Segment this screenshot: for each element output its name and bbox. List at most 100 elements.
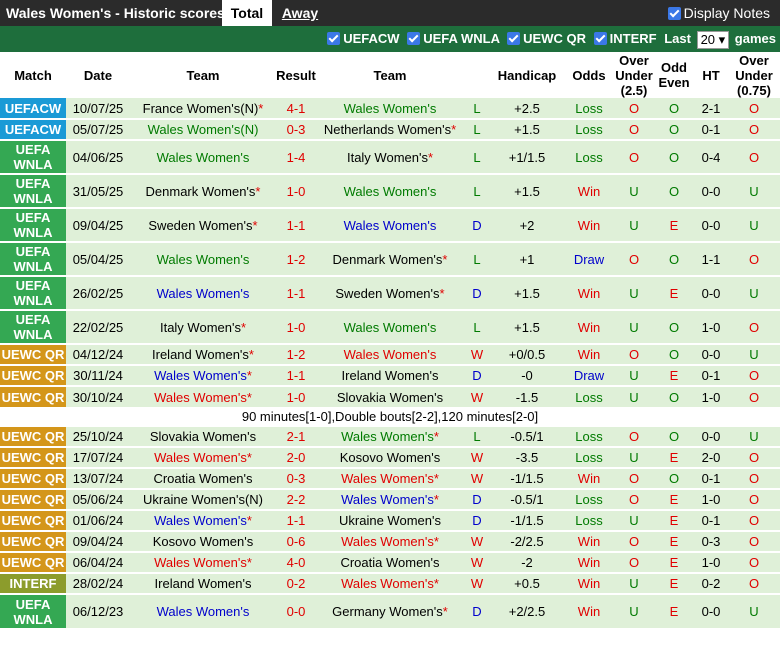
table-row[interactable]: UEWC QR 25/10/24 Slovakia Women's 2-1 Wales … <box>0 425 780 447</box>
table-row[interactable]: UEWC QR 30/11/24 Wales Women's* 1-1 Ireland … <box>0 364 780 386</box>
home-team-cell[interactable]: Croatia Women's <box>130 467 276 489</box>
col-ht: HT <box>694 52 728 98</box>
date-cell: 09/04/24 <box>66 530 130 552</box>
ou075-cell: O <box>728 139 780 174</box>
table-row[interactable]: UEFA WNLA 04/06/25 Wales Women's 1-4 Italy W… <box>0 139 780 174</box>
oe-cell: E <box>654 364 694 386</box>
ou-cell: O <box>614 98 654 119</box>
away-team-cell[interactable]: Netherlands Women's* <box>316 118 464 140</box>
checkbox-icon[interactable] <box>507 32 521 45</box>
home-team-cell[interactable]: Italy Women's* <box>130 309 276 344</box>
table-row[interactable]: UEWC QR 06/04/24 Wales Women's* 4-0 Croatia … <box>0 551 780 573</box>
away-team-cell[interactable]: Wales Women's* <box>316 530 464 552</box>
away-team-cell[interactable]: Wales Women's <box>316 207 464 242</box>
table-row[interactable]: UEFA WNLA 31/05/25 Denmark Women's* 1-0 Wale… <box>0 173 780 208</box>
neutral-star-icon: * <box>252 217 258 233</box>
away-team-cell[interactable]: Wales Women's <box>316 309 464 344</box>
col-result: Result <box>276 52 316 98</box>
home-team-cell[interactable]: Ireland Women's* <box>130 343 276 365</box>
away-team-cell[interactable]: Ukraine Women's <box>316 509 464 531</box>
home-team-cell[interactable]: Denmark Women's* <box>130 173 276 208</box>
table-row[interactable]: UEFA WNLA 09/04/25 Sweden Women's* 1-1 Wales… <box>0 207 780 242</box>
away-team-cell[interactable]: Denmark Women's* <box>316 241 464 276</box>
scores-table: Match Date Team Result Team Handicap Odd… <box>0 52 780 628</box>
away-team-cell[interactable]: Wales Women's <box>316 343 464 365</box>
display-notes-toggle[interactable]: Display Notes <box>667 0 770 26</box>
home-team-cell[interactable]: Wales Women's* <box>130 446 276 468</box>
away-team-cell[interactable]: Wales Women's* <box>316 572 464 594</box>
away-team-cell[interactable]: Slovakia Women's <box>316 385 464 407</box>
table-row[interactable]: UEFACW 05/07/25 Wales Women's(N) 0-3 Netherl… <box>0 118 780 140</box>
ou-cell: O <box>614 343 654 365</box>
oe-cell: E <box>654 572 694 594</box>
filter-uefa-wnla[interactable]: UEFA WNLA <box>407 31 500 46</box>
away-team-cell[interactable]: Wales Women's* <box>316 488 464 510</box>
home-team-cell[interactable]: Wales Women's(N) <box>130 118 276 140</box>
home-team-cell[interactable]: Slovakia Women's <box>130 425 276 447</box>
home-team-cell[interactable]: Wales Women's* <box>130 509 276 531</box>
ht-cell-text: 0-0 <box>701 285 721 301</box>
date-cell: 13/07/24 <box>66 467 130 489</box>
table-row[interactable]: UEFA WNLA 05/04/25 Wales Women's 1-2 Denmark… <box>0 241 780 276</box>
home-team-cell[interactable]: Wales Women's <box>130 241 276 276</box>
ou-cell-text: U <box>629 389 639 405</box>
filter-uewc-qr[interactable]: UEWC QR <box>507 31 586 46</box>
table-row[interactable]: UEFACW 10/07/25 France Women's(N)* 4-1 Wales… <box>0 98 780 119</box>
away-team-cell-text: Wales Women's <box>343 319 437 335</box>
score-cell: 1-0 <box>276 173 316 208</box>
table-row[interactable]: UEFA WNLA 06/12/23 Wales Women's 0-0 Germany… <box>0 593 780 628</box>
result-letter-cell: W <box>464 572 490 594</box>
ou075-cell: O <box>728 364 780 386</box>
home-team-cell[interactable]: France Women's(N)* <box>130 98 276 119</box>
home-team-cell[interactable]: Wales Women's* <box>130 364 276 386</box>
table-row[interactable]: UEWC QR 04/12/24 Ireland Women's* 1-2 Wales … <box>0 343 780 365</box>
away-team-cell[interactable]: Wales Women's <box>316 173 464 208</box>
result-letter-cell: L <box>464 118 490 140</box>
away-team-cell[interactable]: Italy Women's* <box>316 139 464 174</box>
away-team-cell[interactable]: Sweden Women's* <box>316 275 464 310</box>
tab-total[interactable]: Total <box>222 0 272 26</box>
home-team-cell[interactable]: Wales Women's* <box>130 551 276 573</box>
away-team-cell[interactable]: Croatia Women's <box>316 551 464 573</box>
away-team-cell[interactable]: Germany Women's* <box>316 593 464 628</box>
ou075-cell: U <box>728 593 780 628</box>
table-row[interactable]: UEWC QR 13/07/24 Croatia Women's 0-3 Wales W… <box>0 467 780 489</box>
table-row[interactable]: UEFA WNLA 22/02/25 Italy Women's* 1-0 Wales … <box>0 309 780 344</box>
table-row[interactable]: UEFA WNLA 26/02/25 Wales Women's 1-1 Sweden … <box>0 275 780 310</box>
away-team-cell[interactable]: Kosovo Women's <box>316 446 464 468</box>
tab-away[interactable]: Away <box>276 0 324 26</box>
date-cell-text: 22/02/25 <box>72 319 124 335</box>
table-row[interactable]: UEWC QR 05/06/24 Ukraine Women's(N) 2-2 Wale… <box>0 488 780 510</box>
home-team-cell[interactable]: Wales Women's <box>130 139 276 174</box>
col-over-under-075: Over Under (0.75) <box>728 52 780 98</box>
home-team-cell[interactable]: Sweden Women's* <box>130 207 276 242</box>
checkbox-icon[interactable] <box>593 32 607 45</box>
table-row[interactable]: UEWC QR 17/07/24 Wales Women's* 2-0 Kosovo W… <box>0 446 780 468</box>
handicap-cell: -0 <box>490 364 564 386</box>
home-team-cell[interactable]: Wales Women's* <box>130 385 276 407</box>
home-team-cell[interactable]: Ukraine Women's(N) <box>130 488 276 510</box>
table-row[interactable]: UEWC QR 09/04/24 Kosovo Women's 0-6 Wales Wo… <box>0 530 780 552</box>
checkbox-icon[interactable] <box>407 32 421 45</box>
table-row[interactable]: UEWC QR 30/10/24 Wales Women's* 1-0 Slovakia… <box>0 385 780 407</box>
last-games-select[interactable]: 20 ▾ <box>696 30 730 49</box>
filter-interf[interactable]: INTERF <box>593 31 657 46</box>
home-team-cell[interactable]: Wales Women's <box>130 593 276 628</box>
handicap-cell: -2/2.5 <box>490 530 564 552</box>
neutral-star-icon: * <box>442 251 448 267</box>
away-team-cell[interactable]: Wales Women's* <box>316 467 464 489</box>
table-row[interactable]: UEWC QR 01/06/24 Wales Women's* 1-1 Ukraine … <box>0 509 780 531</box>
table-row[interactable]: INTERF 28/02/24 Ireland Women's 0-2 Wales Wo… <box>0 572 780 594</box>
result-letter-text: L <box>473 429 481 444</box>
away-team-cell[interactable]: Wales Women's* <box>316 425 464 447</box>
home-team-cell[interactable]: Kosovo Women's <box>130 530 276 552</box>
checkbox-icon[interactable] <box>327 32 341 45</box>
filter-uefacw[interactable]: UEFACW <box>327 31 400 46</box>
home-team-cell[interactable]: Wales Women's <box>130 275 276 310</box>
home-team-cell[interactable]: Ireland Women's <box>130 572 276 594</box>
ht-cell-text: 0-1 <box>701 368 721 383</box>
checkbox-icon[interactable] <box>667 7 681 20</box>
away-team-cell[interactable]: Ireland Women's <box>316 364 464 386</box>
home-team-cell-text: Wales Women's <box>156 149 250 165</box>
away-team-cell[interactable]: Wales Women's <box>316 98 464 119</box>
